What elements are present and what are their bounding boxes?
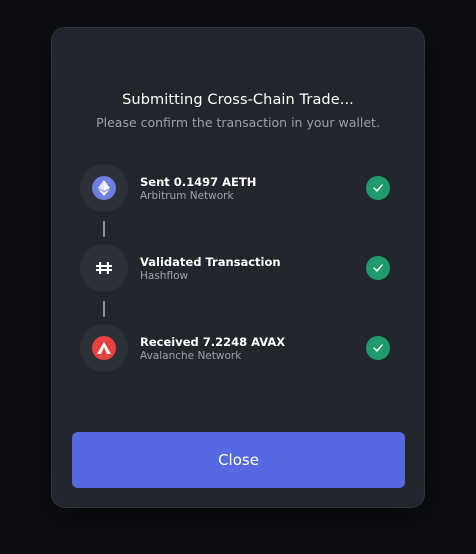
- step-subtitle: Avalanche Network: [140, 350, 242, 362]
- step-text: Sent 0.1497 AETH Arbitrum Network: [140, 175, 256, 203]
- step-title: Validated Transaction: [140, 255, 281, 269]
- step-icon-container: [80, 244, 128, 292]
- step-text: Received 7.2248 AVAX Avalanche Network: [140, 335, 285, 363]
- step-icon-container: [80, 164, 128, 212]
- trade-status-modal: Submitting Cross-Chain Trade... Please c…: [51, 27, 425, 508]
- modal-title: Submitting Cross-Chain Trade...: [122, 92, 354, 108]
- step-title: Sent 0.1497 AETH: [140, 175, 257, 189]
- checkmark-icon: [366, 176, 390, 200]
- step-title: Received 7.2248 AVAX: [140, 335, 286, 349]
- close-button[interactable]: Close: [72, 432, 405, 488]
- step-connector: [103, 221, 105, 237]
- step-icon-container: [80, 324, 128, 372]
- step-subtitle: Arbitrum Network: [140, 190, 234, 202]
- step-validated: Validated Transaction Hashflow: [80, 244, 398, 294]
- hashflow-icon: [92, 256, 116, 280]
- avalanche-icon: [92, 336, 116, 360]
- step-subtitle: Hashflow: [140, 270, 189, 282]
- step-text: Validated Transaction Hashflow: [140, 255, 281, 283]
- modal-subtitle: Please confirm the transaction in your w…: [96, 115, 380, 130]
- checkmark-icon: [366, 256, 390, 280]
- checkmark-icon: [366, 336, 390, 360]
- step-sent: Sent 0.1497 AETH Arbitrum Network: [80, 164, 398, 214]
- step-connector: [103, 301, 105, 317]
- ethereum-icon: [92, 176, 116, 200]
- step-received: Received 7.2248 AVAX Avalanche Network: [80, 324, 398, 374]
